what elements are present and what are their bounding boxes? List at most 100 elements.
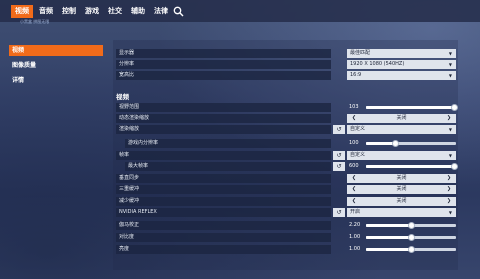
setting-row-dynamic-render-scale: 动态渲染缩放 ❮ 关闭 ❯ — [116, 114, 456, 123]
aspect-ratio-dropdown[interactable]: 16:9 ▼ — [347, 71, 456, 80]
slider-value: 1.00 — [349, 246, 361, 252]
arrow-right-icon[interactable]: ❯ — [444, 197, 454, 206]
setting-label: 最大帧率 — [125, 162, 331, 171]
vsync-selector[interactable]: ❮ 关闭 ❯ — [347, 174, 456, 183]
slider-handle[interactable] — [450, 104, 458, 111]
slider-fill — [366, 165, 455, 168]
slider-fill — [366, 248, 411, 251]
setting-row-vsync: 垂直同步 ❮ 关闭 ❯ — [116, 174, 456, 183]
slider-handle[interactable] — [407, 246, 415, 253]
arrow-left-icon[interactable]: ❮ — [349, 197, 359, 206]
section-title-video: 视频 — [116, 93, 129, 101]
setting-label: 帧率 — [116, 151, 331, 160]
slider-handle[interactable] — [450, 163, 458, 170]
slider-handle[interactable] — [407, 234, 415, 241]
search-icon[interactable] — [173, 6, 184, 17]
triple-buffering-selector[interactable]: ❮ 关闭 ❯ — [347, 185, 456, 194]
arrow-right-icon[interactable]: ❯ — [444, 174, 454, 183]
dropdown-value: 开启 — [350, 209, 361, 215]
arrow-left-icon[interactable]: ❮ — [349, 185, 359, 194]
setting-label: 三重缓冲 — [116, 185, 331, 194]
setting-row-render-scale: 渲染缩放 ↺ 自定义 ▼ — [116, 125, 456, 134]
brightness-slider[interactable] — [366, 246, 456, 253]
gamma-slider[interactable] — [366, 222, 456, 229]
top-nav-bar: 视频 音频 控制 游戏 社交 辅助 法律 — [0, 0, 480, 22]
setting-label: 分辨率 — [116, 60, 331, 69]
setting-row-resolution: 分辨率 1920 X 1080 (540HZ) ▼ — [116, 60, 456, 69]
tab-accessibility[interactable]: 辅助 — [128, 5, 148, 18]
arrow-right-icon[interactable]: ❯ — [444, 185, 454, 194]
setting-label: 游戏内分辨率 — [125, 139, 331, 148]
reset-icon[interactable]: ↺ — [333, 208, 345, 217]
setting-label: 视野范围 — [116, 103, 331, 112]
slider-value: 600 — [349, 163, 359, 169]
slider-value: 2.20 — [349, 222, 361, 228]
frame-rate-dropdown[interactable]: 自定义 ▼ — [347, 151, 456, 160]
setting-label: 减少缓冲 — [116, 197, 331, 206]
caret-down-icon: ▼ — [448, 62, 452, 67]
slider-value: 100 — [349, 140, 359, 146]
tab-legal[interactable]: 法律 — [151, 5, 171, 18]
setting-label: 垂直同步 — [116, 174, 331, 183]
dynamic-render-scale-selector[interactable]: ❮ 关闭 ❯ — [347, 114, 456, 123]
slider-handle[interactable] — [392, 140, 400, 147]
slider-value: 1.00 — [349, 234, 361, 240]
render-scale-dropdown[interactable]: 自定义 ▼ — [347, 125, 456, 134]
setting-label: 伽马校正 — [116, 221, 331, 230]
dropdown-value: 自定义 — [350, 126, 366, 132]
reset-icon[interactable]: ↺ — [333, 162, 345, 171]
setting-row-reduce-buffering: 减少缓冲 ❮ 关闭 ❯ — [116, 197, 456, 206]
reset-icon[interactable]: ↺ — [333, 125, 345, 134]
setting-row-contrast: 对比度 1.00 — [116, 233, 456, 242]
tab-audio[interactable]: 音频 — [36, 5, 56, 18]
reduce-buffering-selector[interactable]: ❮ 关闭 ❯ — [347, 197, 456, 206]
setting-label: NVIDIA REFLEX — [116, 208, 331, 217]
setting-row-aspect-ratio: 宽高比 16:9 ▼ — [116, 71, 456, 80]
caret-down-icon: ▼ — [448, 153, 452, 158]
setting-label: 动态渲染缩放 — [116, 114, 331, 123]
setting-row-nvidia-reflex: NVIDIA REFLEX ↺ 开启 ▼ — [116, 208, 456, 217]
setting-label: 对比度 — [116, 233, 331, 242]
slider-handle[interactable] — [407, 222, 415, 229]
setting-label: 亮度 — [116, 245, 331, 254]
dropdown-value: 自定义 — [350, 152, 366, 158]
setting-label: 渲染缩放 — [116, 125, 331, 134]
tab-social[interactable]: 社交 — [105, 5, 125, 18]
sidebar-item-video[interactable]: 视频 — [9, 45, 103, 56]
setting-row-brightness: 亮度 1.00 — [116, 245, 456, 254]
setting-row-gamma: 伽马校正 2.20 — [116, 221, 456, 230]
setting-row-frame-rate: 帧率 ↺ 自定义 ▼ — [116, 151, 456, 160]
max-fps-slider[interactable] — [366, 163, 458, 170]
contrast-slider[interactable] — [366, 234, 456, 241]
tab-controls[interactable]: 控制 — [59, 5, 79, 18]
sidebar-item-details[interactable]: 详情 — [9, 75, 103, 86]
setting-label: 宽高比 — [116, 71, 331, 80]
slider-fill — [366, 236, 411, 239]
arrow-right-icon[interactable]: ❯ — [444, 114, 454, 123]
resolution-dropdown[interactable]: 1920 X 1080 (540HZ) ▼ — [347, 60, 456, 69]
setting-row-triple-buffering: 三重缓冲 ❮ 关闭 ❯ — [116, 185, 456, 194]
render-scale-slider[interactable] — [366, 140, 456, 147]
selector-value: 关闭 — [396, 175, 407, 181]
arrow-left-icon[interactable]: ❮ — [349, 114, 359, 123]
reset-icon[interactable]: ↺ — [333, 151, 345, 160]
arrow-left-icon[interactable]: ❮ — [349, 174, 359, 183]
display-dropdown[interactable]: 最佳匹配 ▼ — [347, 49, 456, 58]
setting-row-display: 显示器 最佳匹配 ▼ — [116, 49, 456, 58]
fov-slider[interactable] — [366, 104, 458, 111]
setting-label: 显示器 — [116, 49, 331, 58]
nvidia-reflex-dropdown[interactable]: 开启 ▼ — [347, 208, 456, 217]
caret-down-icon: ▼ — [448, 73, 452, 78]
dropdown-value: 最佳匹配 — [350, 50, 371, 56]
selector-value: 关闭 — [396, 115, 407, 121]
sidebar-item-image-quality[interactable]: 图像质量 — [9, 60, 103, 71]
slider-fill — [366, 106, 455, 109]
selector-value: 关闭 — [396, 186, 407, 192]
slider-fill — [366, 224, 411, 227]
tab-video[interactable]: 视频 — [11, 5, 33, 18]
tab-gameplay[interactable]: 游戏 — [82, 5, 102, 18]
setting-row-field-of-view: 视野范围 103 — [116, 103, 458, 112]
caret-down-icon: ▼ — [448, 210, 452, 215]
setting-row-render-scale-custom: 游戏内分辨率 100 — [116, 139, 456, 148]
watermark: 小黑盒 拼图无限 — [20, 19, 50, 24]
